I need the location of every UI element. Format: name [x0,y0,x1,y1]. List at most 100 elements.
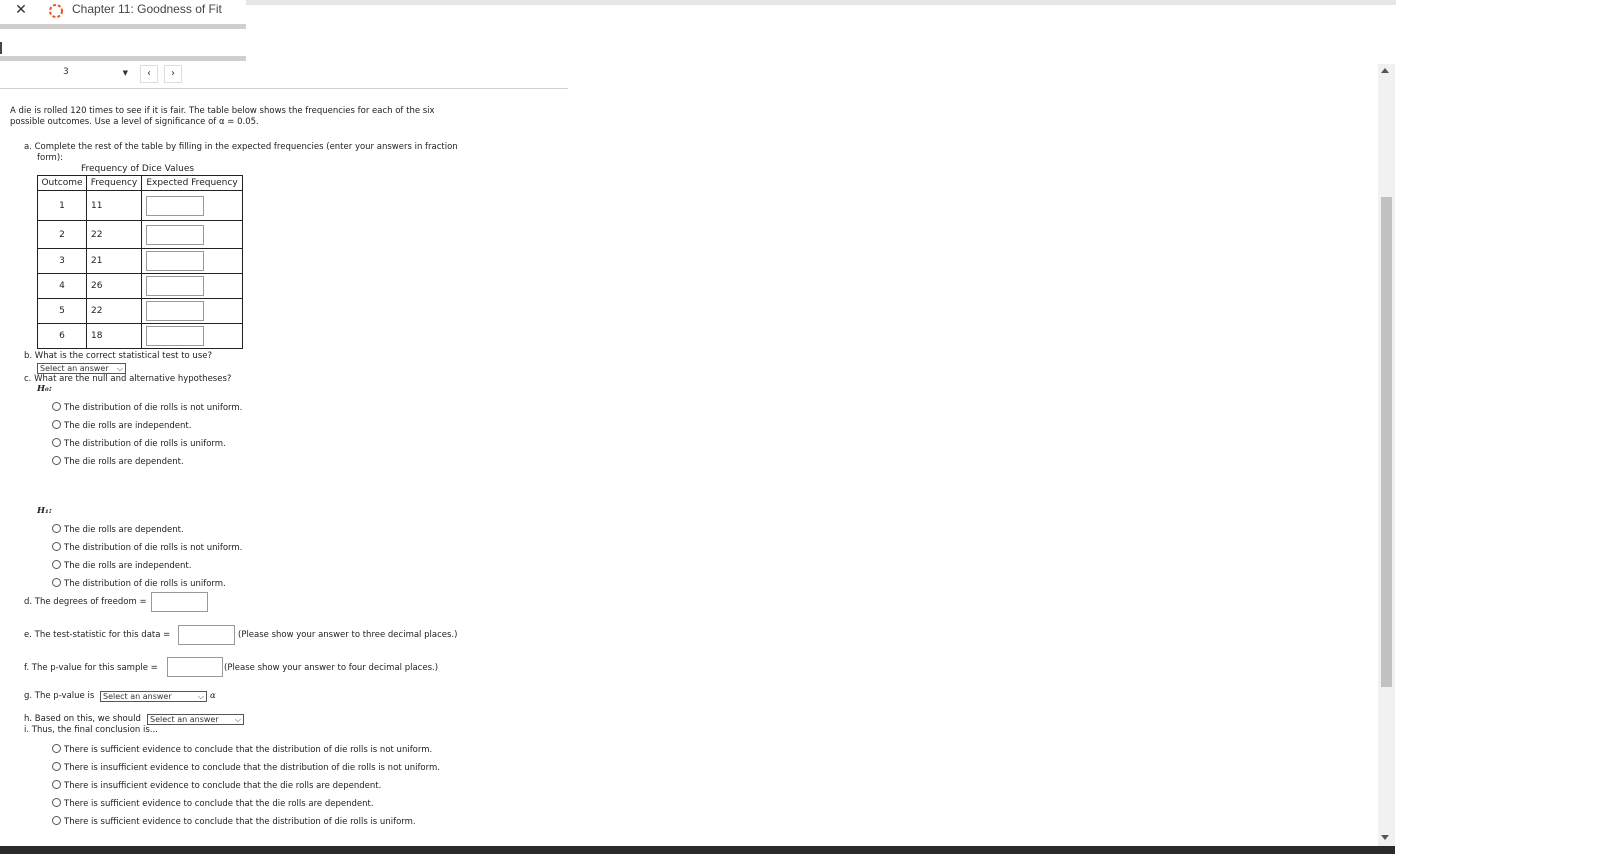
column-header: Outcome [37,175,87,191]
frequency-cell: 22 [86,298,142,324]
radio-icon [52,438,61,447]
option-label: The die rolls are independent. [64,421,192,431]
radio-icon [52,420,61,429]
option-label: The distribution of die rolls is uniform… [64,439,226,449]
table-row: 2 22 [37,220,243,249]
h0-option[interactable]: The die rolls are independent. [52,420,191,431]
h1-option[interactable]: The distribution of die rolls is uniform… [52,578,226,589]
part-e-note: (Please show your answer to three decima… [238,630,458,640]
outcome-cell: 2 [37,220,87,249]
h0-option[interactable]: The distribution of die rolls is uniform… [52,438,226,449]
frequency-table: Outcome Frequency Expected Frequency 1 1… [37,175,243,349]
test-type-select[interactable]: Select an answer ⌵ [37,363,126,374]
table-row: 5 22 [37,298,243,324]
h1-label: H₁: [37,506,52,516]
expected-frequency-input[interactable] [146,224,204,245]
radio-icon [52,744,61,753]
outcome-cell: 3 [37,248,87,274]
scrollbar-thumb[interactable] [1381,197,1392,687]
taskbar [0,846,1395,854]
conclusion-option[interactable]: There is sufficient evidence to conclude… [52,798,374,809]
frequency-cell: 26 [86,273,142,299]
option-label: There is insufficient evidence to conclu… [64,763,440,773]
p-value-comparison-select[interactable]: Select an answer ⌵ [100,691,207,702]
divider [0,88,568,89]
option-label: There is sufficient evidence to conclude… [64,745,433,755]
outcome-cell: 4 [37,273,87,299]
outcome-cell: 5 [37,298,87,324]
radio-icon [52,524,61,533]
outcome-cell: 6 [37,323,87,349]
degrees-of-freedom-input[interactable] [151,592,208,612]
expected-frequency-input[interactable] [146,195,204,216]
option-label: There is insufficient evidence to conclu… [64,781,382,791]
conclusion-option[interactable]: There is insufficient evidence to conclu… [52,762,440,773]
part-a-text: a. Complete the rest of the table by fil… [24,142,458,152]
divider [0,56,246,61]
radio-icon [52,402,61,411]
column-header: Frequency [86,175,142,191]
divider [0,24,246,29]
option-label: There is sufficient evidence to conclude… [64,817,416,827]
select-placeholder: Select an answer [103,692,172,701]
decision-select[interactable]: Select an answer ⌵ [147,714,244,725]
option-label: The distribution of die rolls is not uni… [64,403,243,413]
h1-option[interactable]: The die rolls are independent. [52,560,191,571]
chevron-down-icon: ⌵ [116,364,123,373]
radio-icon [52,578,61,587]
part-b-text: b. What is the correct statistical test … [24,351,212,361]
table-row: 4 26 [37,273,243,299]
part-i-text: i. Thus, the final conclusion is... [24,725,158,735]
select-placeholder: Select an answer [150,715,219,724]
expected-frequency-input[interactable] [146,276,204,296]
radio-icon [52,762,61,771]
h1-option[interactable]: The distribution of die rolls is not uni… [52,542,242,553]
option-label: The die rolls are dependent. [64,457,184,467]
frequency-cell: 22 [86,220,142,249]
table-row: 6 18 [37,323,243,349]
edge-marker [0,42,2,54]
intro-text: possible outcomes. Use a level of signif… [10,117,259,127]
table-row: 1 11 [37,190,243,221]
part-a-text: form): [37,153,63,163]
h0-label: H₀: [37,384,52,394]
frequency-cell: 11 [86,190,142,221]
alpha-symbol: α [210,691,216,701]
expected-frequency-input[interactable] [146,301,204,321]
caret-down-icon: ▼ [122,69,128,77]
option-label: The die rolls are dependent. [64,525,184,535]
h0-option[interactable]: The distribution of die rolls is not uni… [52,402,242,413]
radio-icon [52,780,61,789]
expected-frequency-input[interactable] [146,326,204,346]
conclusion-option[interactable]: There is insufficient evidence to conclu… [52,780,381,791]
conclusion-option[interactable]: There is sufficient evidence to conclude… [52,816,416,827]
close-icon[interactable]: ✕ [13,2,29,18]
h0-option[interactable]: The die rolls are dependent. [52,456,184,467]
option-label: There is sufficient evidence to conclude… [64,799,374,809]
prev-question-button[interactable]: ‹ [140,65,158,83]
option-label: The distribution of die rolls is not uni… [64,543,243,553]
conclusion-option[interactable]: There is sufficient evidence to conclude… [52,744,432,755]
part-e-text: e. The test-statistic for this data = [24,630,171,640]
question-select[interactable]: 3 ▼ [60,66,132,84]
frequency-cell: 21 [86,248,142,274]
expected-frequency-input[interactable] [146,251,204,271]
column-header: Expected Frequency [141,175,243,191]
scroll-down-icon[interactable] [1381,835,1389,840]
next-question-button[interactable]: › [164,65,182,83]
test-statistic-input[interactable] [178,625,235,645]
part-f-text: f. The p-value for this sample = [24,663,158,673]
radio-icon [52,798,61,807]
select-placeholder: Select an answer [40,364,109,373]
p-value-input[interactable] [167,657,223,677]
scroll-up-icon[interactable] [1381,68,1389,73]
option-label: The distribution of die rolls is uniform… [64,579,226,589]
part-h-text: h. Based on this, we should [24,714,141,724]
chevron-down-icon: ⌵ [197,692,204,701]
h1-option[interactable]: The die rolls are dependent. [52,524,184,535]
table-row: 3 21 [37,248,243,274]
option-label: The die rolls are independent. [64,561,192,571]
tab-title[interactable]: Chapter 11: Goodness of Fit [72,2,222,16]
chevron-down-icon: ⌵ [234,715,241,724]
tab-header: ✕ Chapter 11: Goodness of Fit [0,0,246,62]
